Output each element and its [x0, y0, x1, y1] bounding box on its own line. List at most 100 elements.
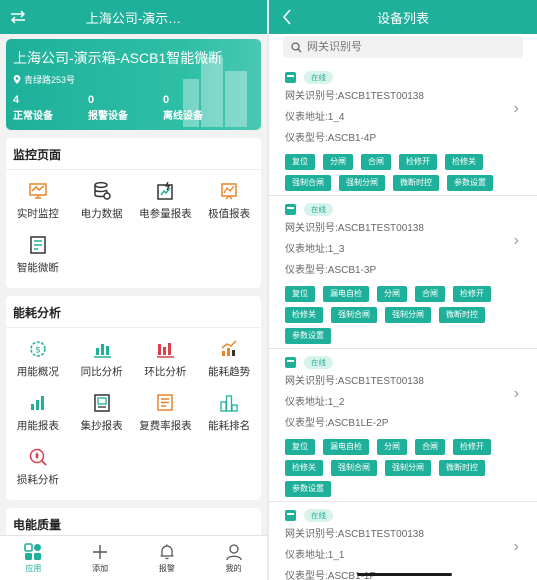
- menu-label: 同比分析: [80, 366, 123, 378]
- device-info[interactable]: 在线 网关识别号:ASCB1TEST00138 仪表地址:1_3 仪表型号:AS…: [269, 196, 537, 280]
- device-info[interactable]: 在线 网关识别号:ASCB1TEST00138 仪表地址:1_2 仪表型号:AS…: [269, 349, 537, 433]
- stat-normal-value: 4: [13, 94, 20, 106]
- smart-breaker-icon: [30, 236, 46, 254]
- trend-chart-icon: [221, 340, 237, 356]
- device-action-button[interactable]: 参数设置: [447, 175, 493, 191]
- device-info[interactable]: 在线 网关识别号:ASCB1TEST00138 仪表地址:1_4 仪表型号:AS…: [269, 64, 537, 148]
- device-actions: 复位 漏电自检 分闸 合闸 检修开检修关 强制合闸 强制分闸 微断时控参数设置: [269, 280, 537, 348]
- device-action-button[interactable]: 参数设置: [285, 328, 331, 344]
- device-action-button[interactable]: 检修开: [399, 154, 437, 170]
- device-action-button[interactable]: 合闸: [415, 439, 445, 455]
- section-title: 监控页面: [6, 138, 261, 170]
- device-action-button[interactable]: 检修关: [285, 460, 323, 476]
- address-text: 青绿路253号: [24, 75, 76, 85]
- chevron-right-icon[interactable]: ›: [514, 385, 519, 403]
- device-icon: [285, 356, 296, 368]
- menu-energy-overview[interactable]: $ 用能概况: [6, 332, 70, 386]
- device-icon: [285, 203, 296, 215]
- back-chevron-icon[interactable]: [277, 7, 297, 27]
- menu-label: 复费率报表: [139, 420, 192, 432]
- menu-loss-analysis[interactable]: 损耗分析: [6, 440, 70, 494]
- device-action-button[interactable]: 微断时控: [439, 460, 485, 476]
- menu-power-data[interactable]: 电力数据: [70, 174, 134, 228]
- stat-offline-label: 离线设备: [163, 111, 203, 122]
- project-title: 上海公司-演示箱-ASCB1智能微断: [13, 50, 223, 66]
- menu-energy-report[interactable]: 用能报表: [6, 386, 70, 440]
- stat-alarm-value: 0: [88, 94, 95, 106]
- device-list-screen: 设备列表 在线 网关识别号:ASCB1TEST00138 仪表地址:1_4 仪表…: [269, 0, 537, 580]
- chevron-right-icon[interactable]: ›: [514, 100, 519, 118]
- device-action-button[interactable]: 检修开: [453, 286, 491, 302]
- device-action-button[interactable]: 漏电自检: [323, 439, 369, 455]
- search-box[interactable]: [283, 36, 523, 58]
- tab-add[interactable]: 添加: [67, 536, 134, 580]
- tab-apps[interactable]: 应用: [0, 536, 67, 580]
- stat-offline[interactable]: 0 离线设备: [163, 94, 238, 122]
- device-info[interactable]: 在线 网关识别号:ASCB1TEST00138 仪表地址:1_1 仪表型号:AS…: [269, 502, 537, 580]
- stat-normal[interactable]: 4 正常设备: [13, 94, 88, 122]
- bottom-tab-bar: 应用 添加 报警 我的: [0, 535, 267, 580]
- menu-peak-report[interactable]: 极值报表: [197, 174, 261, 228]
- menu-yoy-analysis[interactable]: 同比分析: [70, 332, 134, 386]
- menu-power-report[interactable]: 电参量报表: [134, 174, 198, 228]
- menu-smart-breaker[interactable]: 智能微断: [6, 228, 70, 282]
- device-action-button[interactable]: 强制合闸: [331, 307, 377, 323]
- chevron-right-icon[interactable]: ›: [514, 538, 519, 556]
- tab-alarm[interactable]: 报警: [134, 536, 201, 580]
- device-action-button[interactable]: 强制分闸: [385, 460, 431, 476]
- device-action-button[interactable]: 分闸: [377, 439, 407, 455]
- device-action-button[interactable]: 强制分闸: [339, 175, 385, 191]
- tab-label: 报警: [158, 563, 175, 573]
- chevron-right-icon[interactable]: ›: [514, 232, 519, 250]
- tab-profile[interactable]: 我的: [200, 536, 267, 580]
- device-action-button[interactable]: 微断时控: [439, 307, 485, 323]
- menu-label: 能耗排名: [208, 420, 251, 432]
- device-action-button[interactable]: 复位: [285, 154, 315, 170]
- meter-model: 仪表型号:ASCB1LE-2P: [285, 418, 389, 429]
- status-badge: 在线: [304, 355, 333, 369]
- device-list-header: 设备列表: [269, 0, 537, 34]
- tab-label: 我的: [225, 563, 242, 573]
- menu-label: 实时监控: [16, 208, 59, 220]
- menu-realtime-monitor[interactable]: 实时监控: [6, 174, 70, 228]
- energy-report-icon: [30, 396, 44, 410]
- search-icon: [291, 41, 302, 52]
- menu-mom-analysis[interactable]: 环比分析: [134, 332, 198, 386]
- device-action-button[interactable]: 漏电自检: [323, 286, 369, 302]
- menu-energy-trend[interactable]: 能耗趋势: [197, 332, 261, 386]
- stat-alarm[interactable]: 0 报警设备: [88, 94, 163, 122]
- power-report-icon: [157, 181, 174, 200]
- search-input[interactable]: [307, 41, 507, 53]
- device-action-button[interactable]: 复位: [285, 439, 315, 455]
- device-card: 在线 网关识别号:ASCB1TEST00138 仪表地址:1_1 仪表型号:AS…: [269, 502, 537, 580]
- device-action-button[interactable]: 微断时控: [393, 175, 439, 191]
- device-action-button[interactable]: 检修开: [453, 439, 491, 455]
- search-bar: [269, 34, 537, 64]
- bell-icon: [160, 544, 174, 559]
- device-action-button[interactable]: 检修关: [285, 307, 323, 323]
- device-action-button[interactable]: 分闸: [323, 154, 353, 170]
- monitor-chart-icon: [29, 183, 47, 199]
- energy-overview-icon: $: [30, 341, 46, 357]
- app-home-screen: 上海公司-演示… 上海公司-演示箱-ASCB1智能微断 青绿路253号 4 正常…: [0, 0, 267, 580]
- device-action-button[interactable]: 合闸: [361, 154, 391, 170]
- device-action-button[interactable]: 强制分闸: [385, 307, 431, 323]
- device-action-button[interactable]: 强制合闸: [285, 175, 331, 191]
- stat-offline-value: 0: [163, 94, 170, 106]
- menu-label: 集抄报表: [80, 420, 123, 432]
- database-gear-icon: [93, 181, 111, 200]
- device-card: 在线 网关识别号:ASCB1TEST00138 仪表地址:1_4 仪表型号:AS…: [269, 64, 537, 196]
- swap-icon[interactable]: [8, 7, 28, 27]
- menu-tariff-report[interactable]: 复费率报表: [134, 386, 198, 440]
- device-action-button[interactable]: 复位: [285, 286, 315, 302]
- device-action-button[interactable]: 强制合闸: [331, 460, 377, 476]
- device-action-button[interactable]: 参数设置: [285, 481, 331, 497]
- device-action-button[interactable]: 检修关: [445, 154, 483, 170]
- tab-label: 应用: [25, 563, 42, 573]
- tariff-report-icon: [157, 394, 174, 411]
- menu-meter-reading[interactable]: 集抄报表: [70, 386, 134, 440]
- device-action-button[interactable]: 合闸: [415, 286, 445, 302]
- user-icon: [225, 543, 242, 560]
- device-action-button[interactable]: 分闸: [377, 286, 407, 302]
- menu-energy-ranking[interactable]: 能耗排名: [197, 386, 261, 440]
